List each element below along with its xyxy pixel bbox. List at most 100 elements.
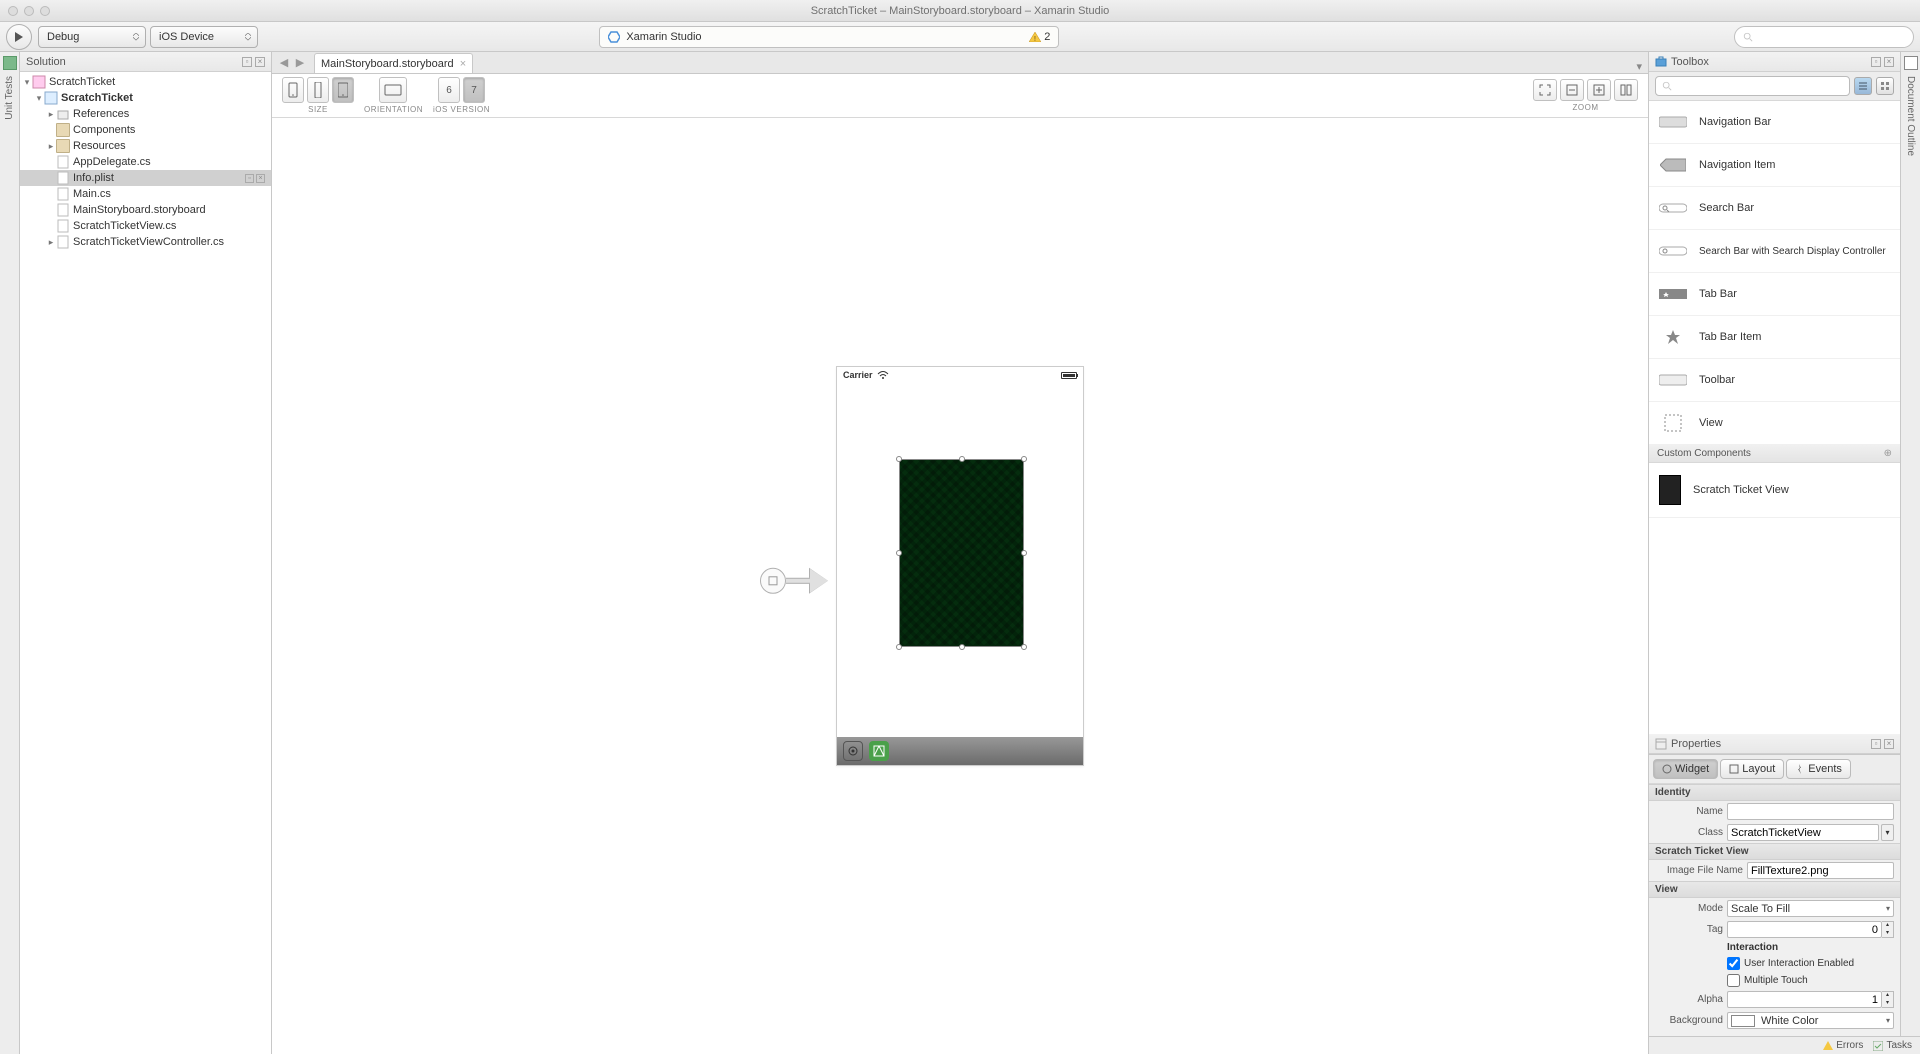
resize-handle-s[interactable] (959, 644, 965, 650)
file-node[interactable]: MainStoryboard.storyboard (20, 202, 271, 218)
errors-pad-button[interactable]: Errors (1823, 1040, 1863, 1051)
size-iphone-button[interactable] (282, 77, 304, 103)
resize-handle-n[interactable] (959, 456, 965, 462)
file-node[interactable]: ScratchTicketView.cs (20, 218, 271, 234)
scene-dock[interactable] (837, 737, 1083, 765)
solution-node[interactable]: ▾ ScratchTicket (20, 74, 271, 90)
resources-node[interactable]: ▸ Resources (20, 138, 271, 154)
view-controller-dock-icon[interactable] (843, 741, 863, 761)
toolbox-item-view[interactable]: View (1649, 402, 1900, 445)
editor-tab-strip: ◀ ▶ MainStoryboard.storyboard × ▾ (272, 52, 1648, 74)
ios7-button[interactable]: 7 (463, 77, 485, 103)
toolbox-item-tab-bar-item[interactable]: Tab Bar Item (1649, 316, 1900, 359)
initial-view-controller-arrow[interactable] (760, 568, 828, 594)
resize-handle-nw[interactable] (896, 456, 902, 462)
resize-handle-e[interactable] (1021, 550, 1027, 556)
file-node[interactable]: Info.plist ▫ × (20, 170, 271, 186)
scratch-ticket-view[interactable] (899, 459, 1024, 647)
toolbox-item-search-bar[interactable]: Search Bar (1649, 187, 1900, 230)
nav-forward-button[interactable]: ▶ (292, 55, 308, 69)
editor-tab[interactable]: MainStoryboard.storyboard × (314, 53, 473, 73)
alpha-field[interactable] (1727, 991, 1882, 1008)
panel-close-icon[interactable]: × (1884, 739, 1894, 749)
global-search-input[interactable] (1734, 26, 1914, 48)
user-interaction-checkbox[interactable]: User Interaction Enabled (1727, 957, 1894, 970)
panel-autohide-icon[interactable]: ▫ (1871, 57, 1881, 67)
document-outline-label[interactable]: Document Outline (1905, 76, 1916, 156)
tab-bar-icon (1659, 285, 1687, 303)
file-close-icon[interactable]: × (256, 174, 265, 183)
class-dropdown-button[interactable]: ▾ (1881, 824, 1894, 841)
background-selector[interactable]: White Color (1727, 1012, 1894, 1029)
multiple-touch-checkbox[interactable]: Multiple Touch (1727, 974, 1894, 987)
toolbox-item-scratch-ticket-view[interactable]: Scratch Ticket View (1649, 463, 1900, 518)
first-responder-dock-icon[interactable] (869, 741, 889, 761)
alpha-stepper[interactable]: ▴▾ (1882, 991, 1894, 1008)
tag-field[interactable] (1727, 921, 1882, 938)
unit-tests-label[interactable]: Unit Tests (4, 76, 15, 120)
tab-label: MainStoryboard.storyboard (321, 58, 454, 70)
properties-tab-layout[interactable]: Layout (1720, 759, 1784, 779)
nav-back-button[interactable]: ◀ (276, 55, 292, 69)
zoom-actual-button[interactable] (1614, 79, 1638, 101)
toolbox-icon (1655, 56, 1667, 68)
configuration-selector[interactable]: Debug (38, 26, 146, 48)
tab-close-icon[interactable]: × (460, 58, 466, 70)
properties-tab-widget[interactable]: Widget (1653, 759, 1718, 779)
tasks-pad-button[interactable]: Tasks (1873, 1040, 1912, 1051)
size-iphone-tall-button[interactable] (307, 77, 329, 103)
warning-badge[interactable]: ! 2 (1029, 31, 1050, 43)
zoom-fit-button[interactable] (1533, 79, 1557, 101)
panel-close-icon[interactable]: × (255, 57, 265, 67)
zoom-out-button[interactable] (1560, 79, 1584, 101)
file-node[interactable]: AppDelegate.cs (20, 154, 271, 170)
class-field[interactable] (1727, 824, 1879, 841)
solution-tree[interactable]: ▾ ScratchTicket ▾ ScratchTicket ▸ Refere… (20, 72, 271, 1054)
run-button[interactable] (6, 24, 32, 50)
toolbox-view-grid-button[interactable] (1876, 77, 1894, 95)
toolbox-view-list-button[interactable] (1854, 77, 1872, 95)
ios6-button[interactable]: 6 (438, 77, 460, 103)
references-icon (56, 107, 70, 121)
properties-tab-events[interactable]: Events (1786, 759, 1851, 779)
resize-handle-sw[interactable] (896, 644, 902, 650)
resize-handle-ne[interactable] (1021, 456, 1027, 462)
name-field[interactable] (1727, 803, 1894, 820)
resize-handle-w[interactable] (896, 550, 902, 556)
image-file-name-field[interactable] (1747, 862, 1894, 879)
panel-autohide-icon[interactable]: ▫ (1871, 739, 1881, 749)
toolbox-item-tab-bar[interactable]: Tab Bar (1649, 273, 1900, 316)
zoom-in-button[interactable] (1587, 79, 1611, 101)
toolbox-item-navigation-bar[interactable]: Navigation Bar (1649, 101, 1900, 144)
toolbox-item-search-bar-controller[interactable]: Search Bar with Search Display Controlle… (1649, 230, 1900, 273)
add-custom-component-button[interactable]: ⊕ (1884, 448, 1892, 459)
storyboard-canvas[interactable]: Carrier (272, 118, 1648, 1054)
references-node[interactable]: ▸ References (20, 106, 271, 122)
unit-tests-icon[interactable] (3, 56, 17, 70)
view-controller-scene[interactable]: Carrier (836, 366, 1084, 766)
orientation-landscape-button[interactable] (379, 77, 407, 103)
size-ipad-button[interactable] (332, 77, 354, 103)
panel-close-icon[interactable]: × (1884, 57, 1894, 67)
solution-icon (32, 75, 46, 89)
folder-icon (56, 123, 70, 137)
tag-stepper[interactable]: ▴▾ (1882, 921, 1894, 938)
panel-autohide-icon[interactable]: ▫ (242, 57, 252, 67)
toolbox-list[interactable]: Navigation Bar Navigation Item Search Ba… (1649, 101, 1900, 734)
file-node[interactable]: Main.cs (20, 186, 271, 202)
file-node[interactable]: ▸ ScratchTicketViewController.cs (20, 234, 271, 250)
components-node[interactable]: ▸ Components (20, 122, 271, 138)
cs-file-icon (56, 219, 70, 233)
file-autohide-icon[interactable]: ▫ (245, 174, 254, 183)
toolbox-item-navigation-item[interactable]: Navigation Item (1649, 144, 1900, 187)
target-selector[interactable]: iOS Device (150, 26, 258, 48)
tab-overflow-icon[interactable]: ▾ (1636, 60, 1642, 73)
project-node[interactable]: ▾ ScratchTicket (20, 90, 271, 106)
document-outline-icon[interactable] (1904, 56, 1918, 70)
resize-handle-se[interactable] (1021, 644, 1027, 650)
mode-selector[interactable]: Scale To Fill (1727, 900, 1894, 917)
toolbox-item-toolbar[interactable]: Toolbar (1649, 359, 1900, 402)
project-icon (44, 91, 58, 105)
toolbox-search-input[interactable] (1655, 76, 1850, 96)
cs-file-icon (56, 187, 70, 201)
